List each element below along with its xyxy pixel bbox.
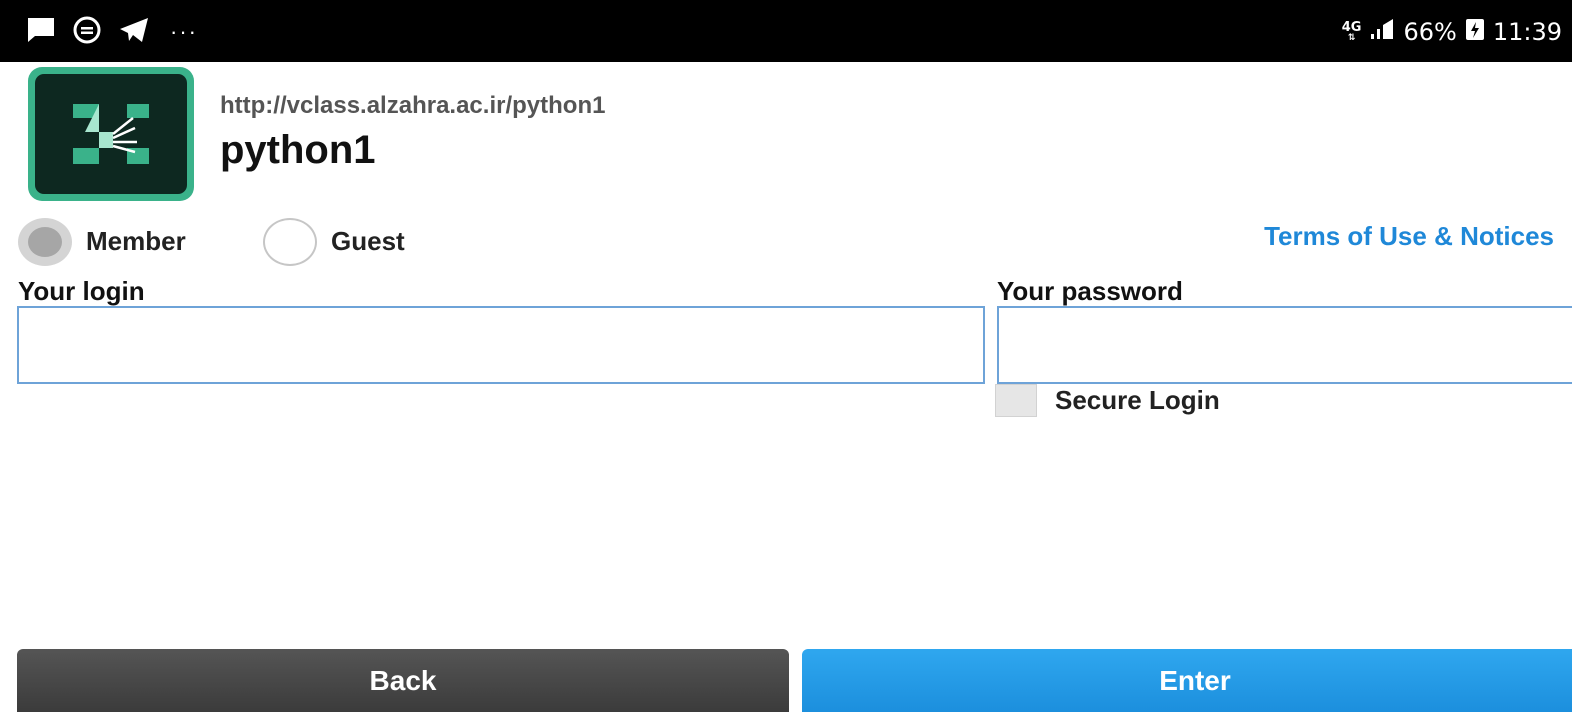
guest-radio[interactable] — [263, 218, 317, 266]
system-indicators: 4G ⇅ 66% 11:39 — [1342, 14, 1562, 50]
signal-icon — [1369, 17, 1395, 47]
secure-login-checkbox[interactable] — [995, 384, 1037, 417]
network-type: 4G ⇅ — [1341, 19, 1362, 43]
clock: 11:39 — [1492, 18, 1562, 46]
secure-login-label[interactable]: Secure Login — [1055, 385, 1220, 416]
password-field-label: Your password — [997, 276, 1183, 306]
battery-icon — [1465, 17, 1485, 47]
back-button[interactable]: Back — [17, 649, 789, 712]
status-bar: ··· 4G ⇅ 66% 11:39 — [0, 0, 1572, 62]
login-input[interactable] — [17, 306, 985, 384]
more-notifications-icon: ··· — [170, 19, 198, 44]
guest-radio-label[interactable]: Guest — [331, 226, 405, 257]
battery-percent: 66% — [1403, 18, 1457, 46]
adobe-connect-logo-icon — [28, 67, 194, 201]
sync-icon — [72, 15, 102, 50]
password-input[interactable] — [997, 306, 1572, 384]
terms-link[interactable]: Terms of Use & Notices — [1264, 221, 1554, 252]
enter-button[interactable]: Enter — [802, 649, 1572, 712]
notification-icons: ··· — [26, 14, 198, 50]
room-url: http://vclass.alzahra.ac.ir/python1 — [220, 92, 606, 119]
telegram-icon — [118, 16, 150, 49]
member-radio[interactable] — [18, 218, 72, 266]
login-field-label: Your login — [18, 276, 145, 306]
room-name: python1 — [220, 128, 376, 172]
data-arrows-icon: ⇅ — [1347, 32, 1356, 43]
member-radio-label[interactable]: Member — [86, 226, 186, 257]
message-icon — [26, 16, 56, 49]
